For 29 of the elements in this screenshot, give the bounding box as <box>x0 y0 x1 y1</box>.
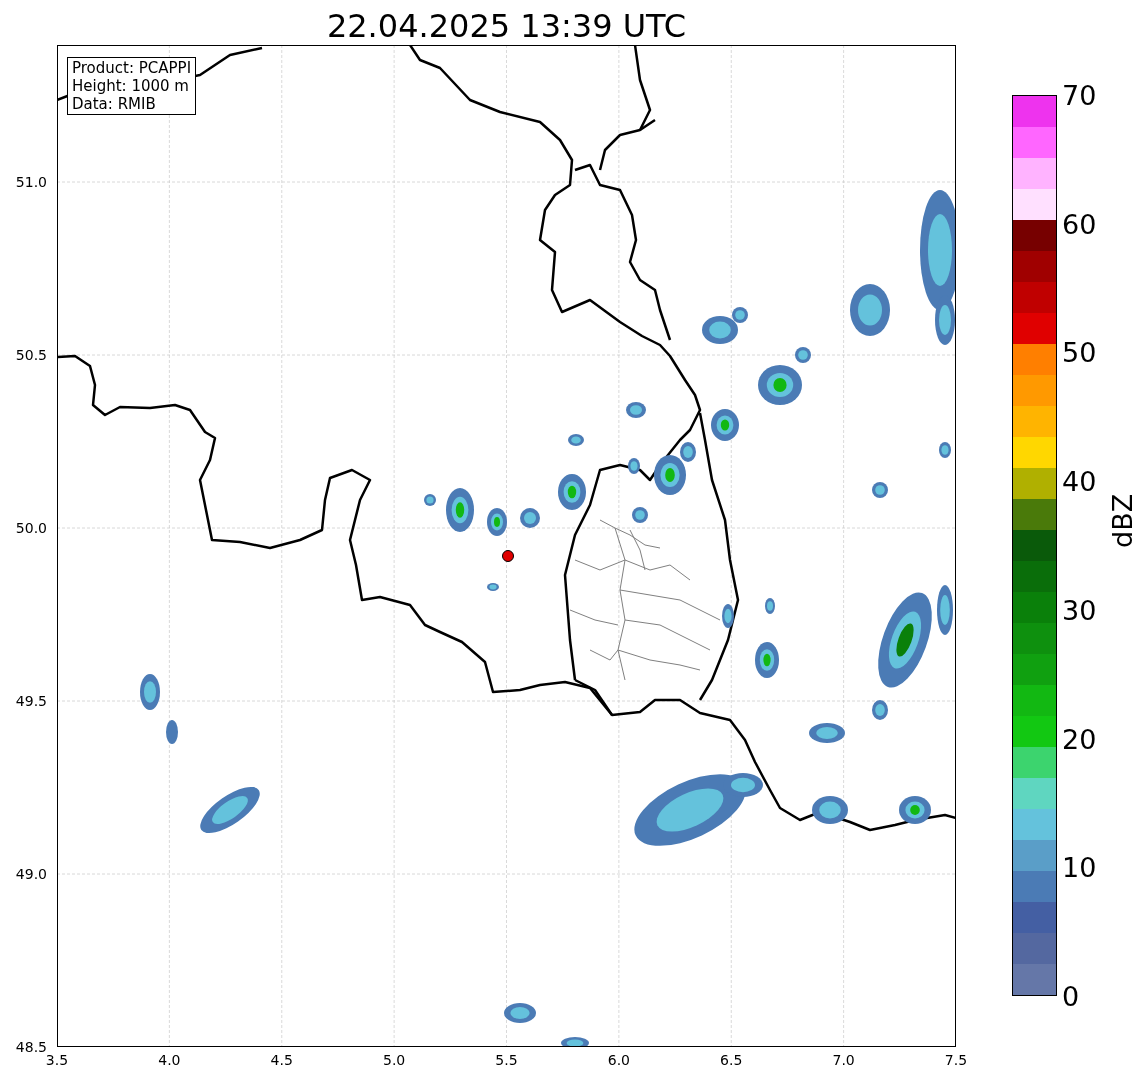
axis-tick-label: 49.0 <box>15 866 47 882</box>
axis-tick-label: 3.5 <box>45 1052 69 1068</box>
axis-tick-label: 4.0 <box>158 1052 181 1068</box>
info-text: Data: RMIB <box>72 95 157 113</box>
colorbar-tick-label: 40 <box>1062 465 1097 497</box>
radar-site-icon <box>502 550 514 562</box>
axis-tick-label: 6.5 <box>720 1052 743 1068</box>
axis-tick-label: 48.5 <box>15 1039 47 1055</box>
axis-tick-label: 7.5 <box>944 1052 968 1068</box>
axis-tick-label: 51.0 <box>15 174 47 190</box>
colorbar-tick-label: 20 <box>1062 723 1097 755</box>
colorbar-tick-label: 10 <box>1062 851 1097 883</box>
axis-tick-label: 50.5 <box>15 347 47 363</box>
axis-tick-label: 5.5 <box>495 1052 518 1068</box>
chart-title: 22.04.2025 13:39 UTC <box>325 5 688 45</box>
info-text: Height: 1000 m <box>72 77 190 95</box>
axis-tick-label: 6.0 <box>607 1052 630 1068</box>
colorbar-tick-label: 0 <box>1062 980 1080 1012</box>
colorbar-tick-label: 50 <box>1062 336 1097 368</box>
info-text: Product: PCAPPI <box>72 59 192 77</box>
colorbar-tick-label: 30 <box>1062 594 1097 626</box>
colorbar-tick-label: 70 <box>1062 79 1097 111</box>
axis-tick-label: 5.0 <box>383 1052 406 1068</box>
axis-tick-label: 7.0 <box>832 1052 855 1068</box>
colorbar-label: dBZ <box>1107 493 1138 548</box>
axis-tick-label: 49.5 <box>15 693 47 709</box>
colorbar-tick-label: 60 <box>1062 208 1097 240</box>
axis-tick-label: 50.0 <box>15 520 47 536</box>
axis-tick-label: 4.5 <box>270 1052 293 1068</box>
